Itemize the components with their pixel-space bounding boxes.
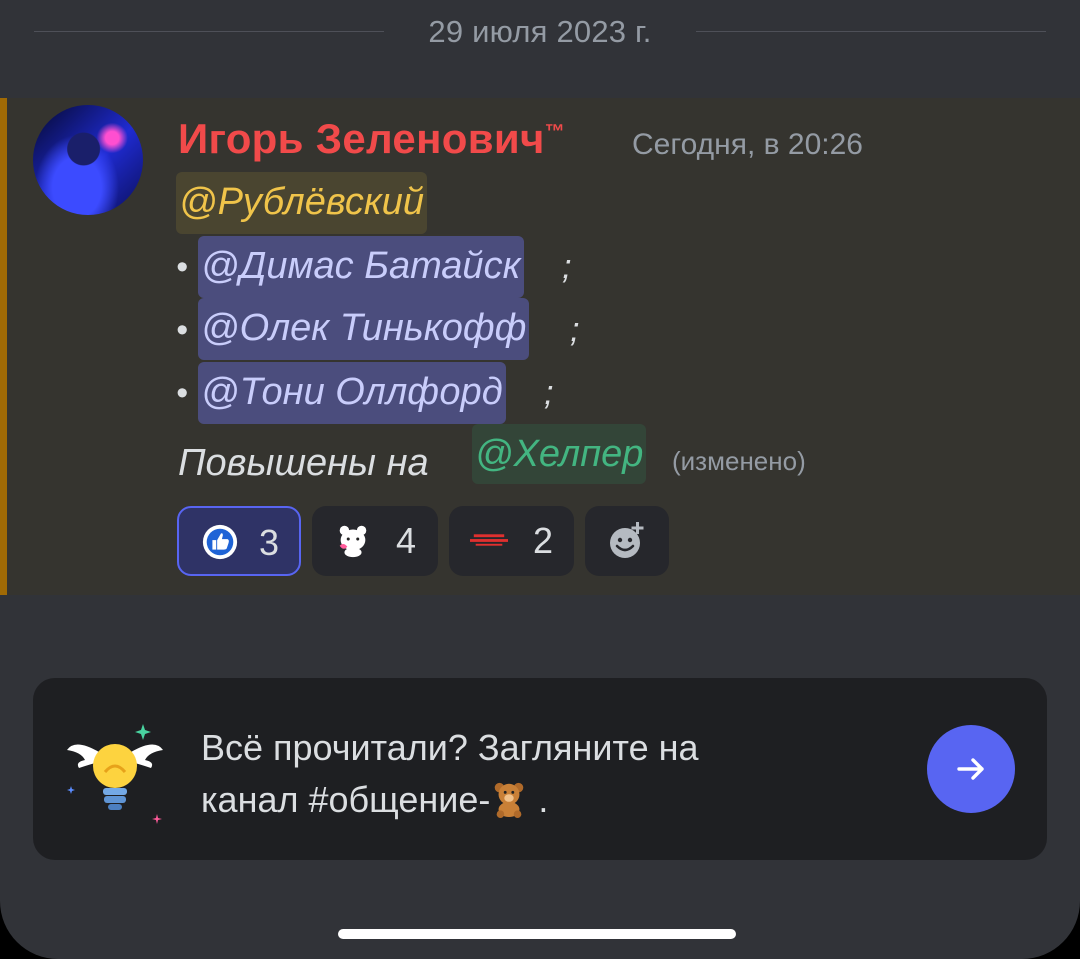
reaction-count: 2 <box>533 520 554 561</box>
reaction-custom[interactable]: 2 <box>449 506 574 576</box>
promotion-text: Повышены на <box>178 442 429 484</box>
avatar[interactable] <box>33 105 143 215</box>
prompt-line-1: Всё прочитали? Загляните на <box>201 727 699 768</box>
go-to-channel-button[interactable] <box>927 725 1015 813</box>
user-mention-dimas[interactable]: @Димас Батайск <box>198 236 524 298</box>
date-label: 29 июля 2023 г. <box>428 14 652 49</box>
teddy-bear-icon <box>495 782 524 818</box>
separator: ; <box>544 374 554 412</box>
read-all-prompt-card[interactable]: Всё прочитали? Загляните на канал #общен… <box>33 678 1047 860</box>
bullet: • <box>176 374 188 412</box>
home-indicator[interactable] <box>338 929 736 939</box>
message-timestamp: Сегодня, в 20:26 <box>632 128 863 161</box>
highlight-bar <box>0 98 7 595</box>
winged-lightbulb-icon <box>67 724 163 824</box>
arrow-right-icon <box>957 758 984 780</box>
bullet: • <box>176 248 188 286</box>
date-divider: 29 июля 2023 г. <box>34 8 1046 54</box>
reaction-bear[interactable]: 4 <box>312 506 438 576</box>
prompt-text: Всё прочитали? Загляните на канал #общен… <box>201 722 881 826</box>
divider-line-right <box>696 31 1046 32</box>
role-mention-helper[interactable]: @Хелпер <box>472 424 647 484</box>
edited-label: (изменено) <box>672 446 806 476</box>
author-name[interactable]: Игорь Зеленович™ <box>178 115 565 163</box>
separator: ; <box>562 248 572 286</box>
user-mention-toni[interactable]: @Тони Оллфорд <box>198 362 506 424</box>
user-mention-olek[interactable]: @Олек Тинькофф <box>198 298 530 360</box>
custom-logo-icon <box>470 534 508 546</box>
bear-sticker-icon <box>339 525 367 558</box>
bullet: • <box>176 311 188 349</box>
reaction-count: 4 <box>396 520 417 561</box>
add-reaction-icon <box>610 522 644 558</box>
thumbs-up-badge-icon <box>202 524 238 560</box>
add-reaction-button[interactable] <box>585 506 669 576</box>
separator: ; <box>570 311 580 349</box>
message[interactable]: Игорь Зеленович™ Сегодня, в 20:26 @Рублё… <box>0 98 1080 595</box>
role-mention[interactable]: @Рублёвский <box>176 172 428 234</box>
reaction-thumbs-up[interactable]: 3 <box>177 506 301 576</box>
reaction-count: 3 <box>259 522 280 563</box>
chat-screen: 29 июля 2023 г. Игорь Зеленович™ Сегодня… <box>0 0 1080 959</box>
prompt-line-2: канал #общение- . <box>201 779 549 820</box>
